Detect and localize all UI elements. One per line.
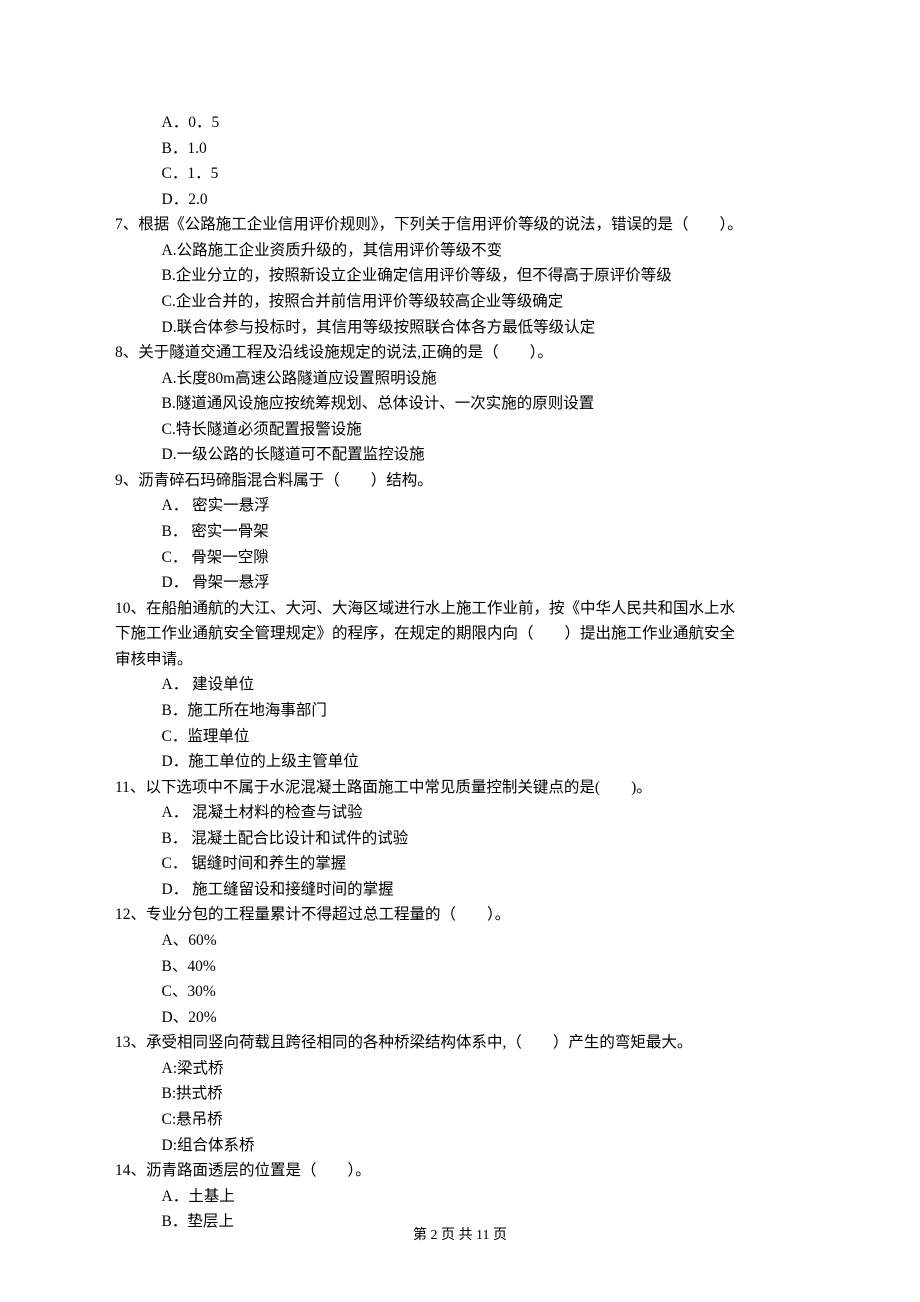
- q9-option-d: D． 骨架一悬浮: [115, 570, 805, 596]
- q12-option-a: A、60%: [115, 928, 805, 954]
- q14-stem: 14、沥青路面透层的位置是（ ）。: [115, 1158, 805, 1184]
- q13-option-c: C:悬吊桥: [115, 1107, 805, 1133]
- q11-stem: 11、以下选项中不属于水泥混凝土路面施工中常见质量控制关键点的是( )。: [115, 775, 805, 801]
- q8-option-b: B.隧道通风设施应按统筹规划、总体设计、一次实施的原则设置: [115, 391, 805, 417]
- q13-option-b: B:拱式桥: [115, 1081, 805, 1107]
- q7-option-c: C.企业合并的，按照合并前信用评价等级较高企业等级确定: [115, 289, 805, 315]
- q9-option-c: C． 骨架一空隙: [115, 545, 805, 571]
- page-footer: 第 2 页 共 11 页: [0, 1224, 920, 1247]
- q12-stem: 12、专业分包的工程量累计不得超过总工程量的（ ）。: [115, 902, 805, 928]
- q10-option-d: D．施工单位的上级主管单位: [115, 749, 805, 775]
- q10-option-b: B．施工所在地海事部门: [115, 698, 805, 724]
- q10-stem-line3: 审核申请。: [115, 647, 805, 673]
- q11-option-c: C． 锯缝时间和养生的掌握: [115, 851, 805, 877]
- q10-stem-line2: 下施工作业通航安全管理规定》的程序，在规定的期限内向（ ）提出施工作业通航安全: [115, 621, 805, 647]
- q8-option-c: C.特长隧道必须配置报警设施: [115, 417, 805, 443]
- q13-stem: 13、承受相同竖向荷载且跨径相同的各种桥梁结构体系中,（ ）产生的弯矩最大。: [115, 1030, 805, 1056]
- q7-option-b: B.企业分立的，按照新设立企业确定信用评价等级，但不得高于原评价等级: [115, 263, 805, 289]
- q7-stem: 7、根据《公路施工企业信用评价规则》，下列关于信用评价等级的说法，错误的是（ ）…: [115, 212, 805, 238]
- q13-option-a: A:梁式桥: [115, 1056, 805, 1082]
- page-container: A．0．5 B．1.0 C．1．5 D．2.0 7、根据《公路施工企业信用评价规…: [0, 0, 920, 1302]
- q12-option-d: D、20%: [115, 1005, 805, 1031]
- q12-option-b: B、40%: [115, 954, 805, 980]
- q6-option-b: B．1.0: [115, 136, 805, 162]
- q6-option-a: A．0．5: [115, 110, 805, 136]
- q11-option-a: A． 混凝土材料的检查与试验: [115, 800, 805, 826]
- q9-stem: 9、沥青碎石玛碲脂混合料属于（ ）结构。: [115, 468, 805, 494]
- q10-option-a: A． 建设单位: [115, 672, 805, 698]
- q7-option-a: A.公路施工企业资质升级的，其信用评价等级不变: [115, 238, 805, 264]
- q8-stem: 8、关于隧道交通工程及沿线设施规定的说法,正确的是（ ）。: [115, 340, 805, 366]
- q9-option-b: B． 密实一骨架: [115, 519, 805, 545]
- q10-stem-line1: 10、在船舶通航的大江、大河、大海区域进行水上施工作业前，按《中华人民共和国水上…: [115, 596, 805, 622]
- q13-option-d: D:组合体系桥: [115, 1133, 805, 1159]
- q11-option-b: B． 混凝土配合比设计和试件的试验: [115, 826, 805, 852]
- q12-option-c: C、30%: [115, 979, 805, 1005]
- q8-option-d: D.一级公路的长隧道可不配置监控设施: [115, 442, 805, 468]
- q6-option-d: D．2.0: [115, 187, 805, 213]
- q14-option-a: A．土基上: [115, 1184, 805, 1210]
- q6-option-c: C．1．5: [115, 161, 805, 187]
- q11-option-d: D． 施工缝留设和接缝时间的掌握: [115, 877, 805, 903]
- q9-option-a: A． 密实一悬浮: [115, 493, 805, 519]
- q10-option-c: C．监理单位: [115, 724, 805, 750]
- q7-option-d: D.联合体参与投标时，其信用等级按照联合体各方最低等级认定: [115, 315, 805, 341]
- q8-option-a: A.长度80m高速公路隧道应设置照明设施: [115, 366, 805, 392]
